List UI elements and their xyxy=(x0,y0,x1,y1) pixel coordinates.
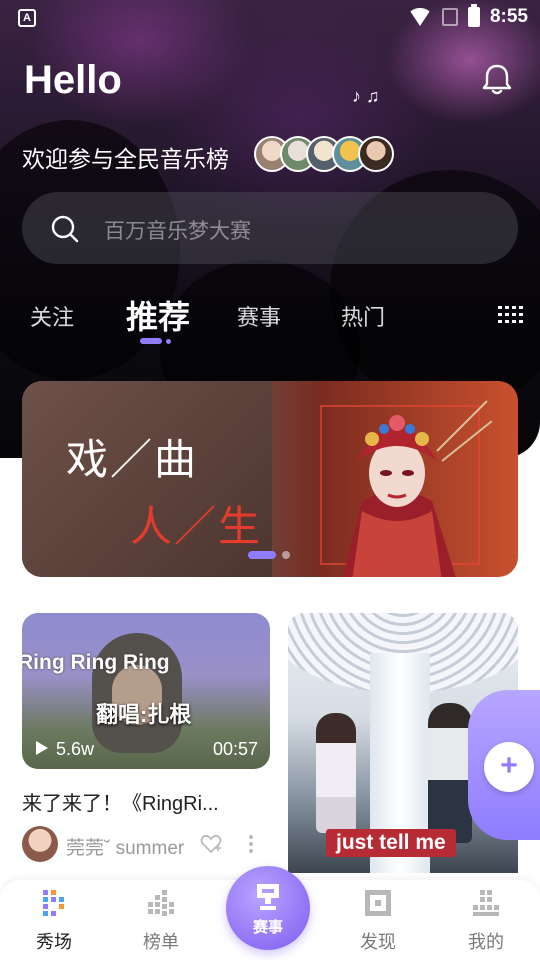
avatar xyxy=(358,136,394,172)
search-icon xyxy=(51,215,79,243)
grid-menu-icon[interactable] xyxy=(498,304,524,326)
username[interactable]: 莞莞˘ summer xyxy=(66,833,184,860)
banner-title-line2: 人／生 xyxy=(130,502,263,551)
contest-icon xyxy=(257,884,279,910)
more-icon[interactable] xyxy=(248,834,254,854)
tab-contest[interactable]: 赛事 xyxy=(237,300,281,332)
video-title[interactable]: 来了来了！《RingRi... xyxy=(22,787,219,816)
nav-item-contest[interactable]: 赛事 xyxy=(226,866,310,950)
cover-overlay-text: Ring Ring Ring xyxy=(22,651,170,674)
video-duration: 00:57 xyxy=(212,739,258,759)
category-tabs: 关注 推荐 赛事 热门 xyxy=(0,290,540,350)
bell-icon[interactable] xyxy=(480,62,514,96)
tab-follow[interactable]: 关注 xyxy=(30,300,74,332)
tab-hot[interactable]: 热门 xyxy=(341,300,385,332)
nav-label: 发现 xyxy=(360,932,396,952)
view-count: 5.6w xyxy=(56,739,95,759)
search-input[interactable]: 百万音乐梦大赛 xyxy=(104,215,251,245)
promo-banner[interactable]: 戏／曲 人／生 xyxy=(22,381,518,577)
welcome-text: 欢迎参与全民音乐榜 xyxy=(22,146,229,172)
wifi-icon xyxy=(407,8,432,26)
cover-person xyxy=(316,713,356,833)
nav-label: 榜单 xyxy=(143,932,179,952)
nav-item-showroom[interactable]: 秀场 xyxy=(9,880,99,960)
nav-item-mine[interactable]: 我的 xyxy=(441,880,531,960)
status-time: 8:55 xyxy=(489,6,528,27)
music-notes-icon: ♪ ♫ xyxy=(352,86,380,106)
ranking-icon xyxy=(148,890,174,916)
participant-avatars[interactable] xyxy=(254,136,394,172)
avatar[interactable] xyxy=(22,826,58,862)
heart-icon[interactable] xyxy=(200,834,222,854)
showroom-icon xyxy=(43,890,64,916)
nav-label: 秀场 xyxy=(36,932,72,952)
nav-label: 赛事 xyxy=(252,919,283,936)
nav-item-discover[interactable]: 发现 xyxy=(333,880,423,960)
signal-icon xyxy=(441,8,458,26)
tab-indicator xyxy=(140,338,162,344)
app-badge-icon: A xyxy=(18,9,36,27)
battery-icon xyxy=(467,4,480,27)
search-bar[interactable]: 百万音乐梦大赛 xyxy=(22,192,518,264)
cover-person xyxy=(428,703,472,843)
video-card-1[interactable]: Ring Ring Ring 翻唱:扎根 5.6w 00:57 xyxy=(22,613,270,769)
tab-indicator-dot xyxy=(166,339,171,344)
status-indicators: 8:55 xyxy=(407,4,528,28)
greeting-title: Hello xyxy=(24,58,122,102)
plus-icon[interactable]: + xyxy=(484,742,534,792)
cover-caption: just tell me xyxy=(326,829,456,857)
nav-item-ranking[interactable]: 榜单 xyxy=(116,880,206,960)
banner-title-line1: 戏／曲 xyxy=(66,435,199,484)
tab-recommend[interactable]: 推荐 xyxy=(126,292,190,338)
carousel-dot[interactable] xyxy=(282,551,290,559)
status-bar: A 8:55 xyxy=(0,0,540,36)
nav-label: 我的 xyxy=(468,932,504,952)
opera-performer-image xyxy=(343,400,492,577)
play-icon xyxy=(36,741,48,755)
carousel-dot-active[interactable] xyxy=(248,551,276,559)
discover-icon xyxy=(365,890,391,916)
profile-icon xyxy=(473,890,499,916)
cover-caption: 翻唱:扎根 xyxy=(96,702,192,727)
